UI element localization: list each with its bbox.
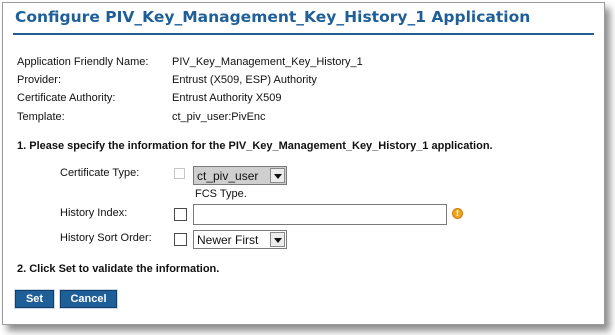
history-index-checkbox[interactable] (174, 208, 187, 221)
certificate-type-selected: ct_piv_user (197, 168, 259, 183)
detail-label: Provider: (17, 74, 62, 86)
history-sort-order-checkbox[interactable] (174, 233, 187, 246)
history-sort-order-label: History Sort Order: (60, 232, 152, 244)
certificate-type-select[interactable]: ct_piv_user (193, 166, 287, 185)
title-divider (13, 33, 594, 35)
history-sort-order-selected: Newer First (197, 232, 259, 247)
warning-icon: ! (452, 208, 463, 219)
detail-label: Application Friendly Name: (17, 56, 149, 68)
step-1-instruction: 1. Please specify the information for th… (17, 140, 493, 152)
certificate-type-label: Certificate Type: (60, 167, 140, 179)
dialog-panel: Configure PIV_Key_Management_Key_History… (2, 2, 605, 325)
detail-label: Template: (17, 111, 65, 123)
chevron-down-icon[interactable] (270, 168, 285, 183)
detail-value: PIV_Key_Management_Key_History_1 (172, 56, 363, 68)
set-button[interactable]: Set (14, 289, 55, 309)
detail-value: Entrust (X509, ESP) Authority (172, 74, 317, 86)
chevron-down-icon[interactable] (270, 232, 285, 247)
history-index-label: History Index: (60, 207, 128, 219)
history-sort-order-select[interactable]: Newer First (193, 230, 287, 249)
certificate-type-hint: FCS Type. (195, 188, 247, 200)
page-title: Configure PIV_Key_Management_Key_History… (15, 8, 531, 26)
step-2-instruction: 2. Click Set to validate the information… (17, 263, 220, 275)
certificate-type-checkbox (174, 168, 185, 179)
cancel-button[interactable]: Cancel (59, 289, 118, 309)
history-index-input[interactable] (193, 204, 447, 225)
detail-value: Entrust Authority X509 (172, 92, 282, 104)
detail-value: ct_piv_user:PivEnc (172, 111, 266, 123)
detail-label: Certificate Authority: (17, 92, 116, 104)
